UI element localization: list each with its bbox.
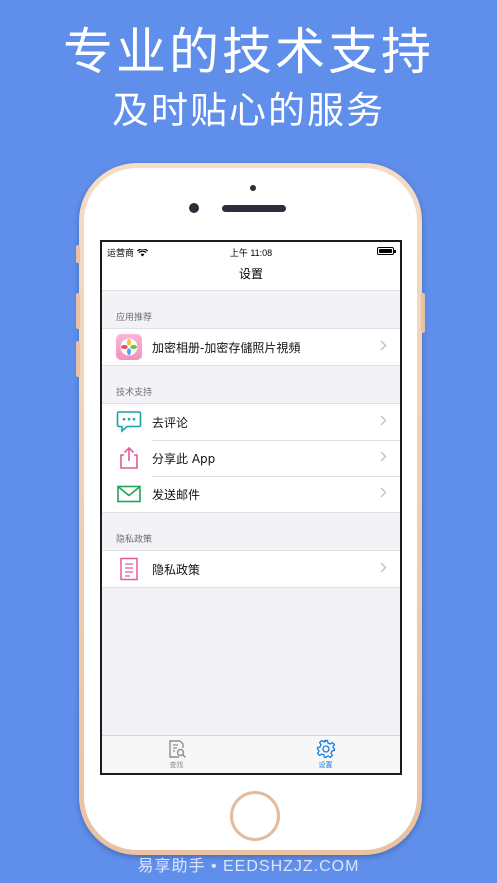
share-icon: [116, 445, 142, 471]
tab-bar: 查找 设置: [102, 735, 400, 773]
battery-icon: [377, 247, 396, 255]
tab-label: 设置: [318, 761, 333, 769]
promo-headline: 专业的技术支持: [63, 23, 434, 81]
chat-bubble-icon: [116, 409, 142, 435]
row-label: 分享此 App: [152, 451, 216, 466]
row-label: 发送邮件: [152, 487, 201, 502]
chevron-right-icon: [380, 451, 387, 462]
nav-title: 设置: [102, 260, 400, 291]
status-bar: 运营商 上午 11:08: [102, 242, 400, 260]
row-write-review[interactable]: 去评论: [102, 404, 400, 440]
front-camera: [189, 203, 199, 213]
search-document-icon: [168, 740, 186, 759]
gear-icon: [316, 739, 335, 759]
row-encrypted-album[interactable]: 加密相册-加密存儲照片視頻: [102, 329, 400, 365]
section-privacy: 隐私政策: [102, 550, 400, 588]
volume-down-button: [76, 341, 80, 377]
earpiece-speaker: [222, 205, 286, 212]
section-app-recommend: 加密相册-加密存儲照片視頻: [102, 328, 400, 366]
chevron-right-icon: [380, 340, 387, 351]
row-label: 去评论: [152, 415, 189, 430]
row-label: 隐私政策: [152, 562, 201, 577]
chevron-right-icon: [380, 562, 387, 573]
row-label: 加密相册-加密存儲照片視頻: [152, 340, 301, 355]
app-screen: 运营商 上午 11:08 设置 应用推荐 加密相册-加密存儲照片視頻 技术支持 …: [100, 240, 402, 775]
chevron-right-icon: [380, 415, 387, 426]
row-privacy-policy[interactable]: 隐私政策: [102, 551, 400, 587]
promo-subheadline: 及时贴心的服务: [112, 89, 385, 132]
volume-up-button: [76, 293, 80, 329]
watermark: 易享助手 • EEDSHZJZ.COM: [137, 858, 360, 875]
section-header-app-recommend: 应用推荐: [116, 313, 153, 323]
status-time: 上午 11:08: [229, 248, 273, 258]
tab-label: 查找: [169, 761, 184, 769]
tab-settings[interactable]: 设置: [251, 736, 400, 773]
photo-app-icon: [116, 334, 142, 360]
row-send-email[interactable]: 发送邮件: [102, 476, 400, 512]
tab-search[interactable]: 查找: [102, 736, 251, 773]
proximity-sensor: [250, 185, 256, 191]
section-tech-support: 去评论 分享此 App 发送邮件: [102, 403, 400, 513]
home-button[interactable]: [230, 791, 280, 841]
settings-list: 应用推荐 加密相册-加密存儲照片視頻 技术支持 去评论 分享此 App 发送邮件…: [102, 291, 400, 737]
mute-switch: [76, 245, 80, 263]
document-icon: [116, 556, 142, 582]
section-header-tech-support: 技术支持: [116, 388, 153, 398]
power-button: [421, 293, 425, 333]
chevron-right-icon: [380, 487, 387, 498]
section-header-privacy: 隐私政策: [116, 535, 153, 545]
mail-icon: [116, 481, 142, 507]
row-share-app[interactable]: 分享此 App: [102, 440, 400, 476]
